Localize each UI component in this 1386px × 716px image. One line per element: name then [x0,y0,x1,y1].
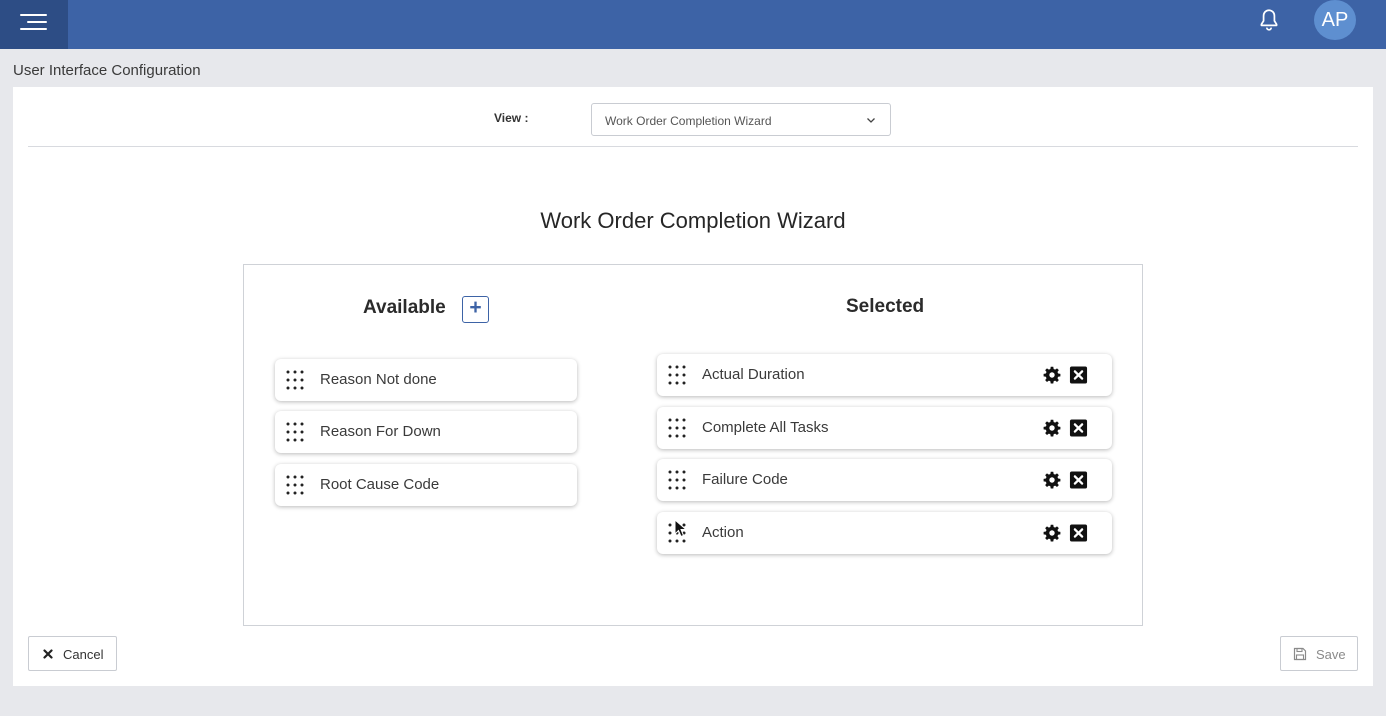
gear-icon[interactable] [1043,366,1061,384]
view-label: View : [494,111,529,125]
selected-item-label: Actual Duration [702,366,805,383]
hamburger-menu-icon [20,28,47,30]
selected-item[interactable]: Action [657,512,1112,554]
close-icon [43,649,53,659]
page-title: User Interface Configuration [13,62,201,79]
selected-item-label: Failure Code [702,471,788,488]
save-button-label: Save [1316,647,1346,662]
save-button[interactable]: Save [1280,636,1358,671]
add-field-button[interactable]: + [462,296,489,323]
selected-item-label: Complete All Tasks [702,419,829,436]
drag-handle-icon[interactable] [285,422,305,442]
drag-handle-icon[interactable] [285,370,305,390]
selected-item[interactable]: Failure Code [657,459,1112,501]
available-item[interactable]: Reason For Down [275,411,577,453]
selected-item-label: Action [702,524,744,541]
remove-icon[interactable] [1069,524,1088,542]
divider [28,146,1358,147]
view-dropdown[interactable]: Work Order Completion Wizard [591,103,891,136]
configuration-panel: View : Work Order Completion Wizard Work… [13,87,1373,686]
available-item-label: Root Cause Code [320,476,440,493]
user-avatar[interactable]: AP [1314,0,1356,40]
selected-header: Selected [846,296,925,317]
drag-handle-icon[interactable] [667,418,687,438]
gear-icon[interactable] [1043,419,1061,437]
view-dropdown-value: Work Order Completion Wizard [605,114,772,128]
wizard-title: Work Order Completion Wizard [540,208,846,233]
drag-handle-icon[interactable] [285,475,305,495]
gear-icon[interactable] [1043,471,1061,489]
remove-icon[interactable] [1069,471,1088,489]
available-item-label: Reason Not done [320,371,437,388]
available-item[interactable]: Reason Not done [275,359,577,401]
gear-icon[interactable] [1043,524,1061,542]
drag-handle-icon[interactable] [667,523,687,543]
cancel-button-label: Cancel [63,647,104,662]
available-item-label: Reason For Down [320,423,441,440]
hamburger-menu-button[interactable] [0,0,68,49]
drag-handle-icon[interactable] [667,470,687,490]
chevron-down-icon [867,118,875,123]
hamburger-menu-icon [20,14,47,16]
top-bar: AP [0,0,1386,49]
available-item[interactable]: Root Cause Code [275,464,577,506]
bell-icon[interactable] [1256,7,1282,33]
floppy-disk-icon [1293,647,1307,661]
drag-handle-icon[interactable] [667,365,687,385]
cancel-button[interactable]: Cancel [28,636,117,671]
selected-item[interactable]: Complete All Tasks [657,407,1112,449]
remove-icon[interactable] [1069,366,1088,384]
field-configuration-box: Available + Selected Reason Not done Rea… [243,264,1143,626]
hamburger-menu-icon [27,21,47,23]
remove-icon[interactable] [1069,419,1088,437]
selected-item[interactable]: Actual Duration [657,354,1112,396]
available-header: Available [363,297,446,318]
